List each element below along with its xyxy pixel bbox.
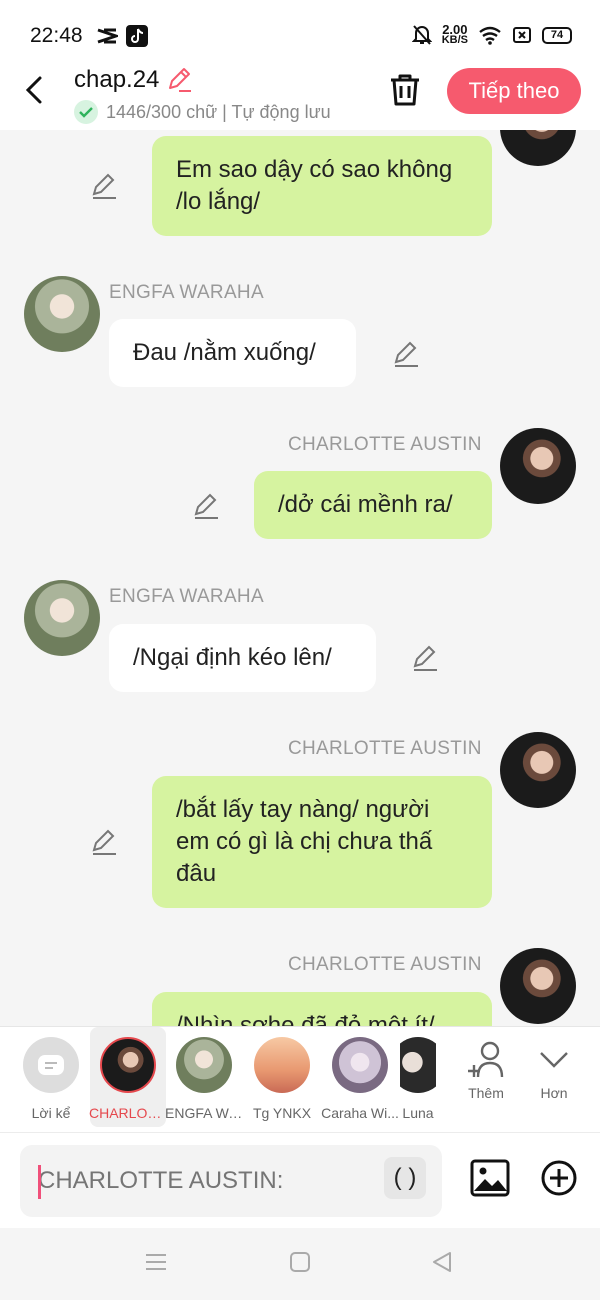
message-bubble[interactable]: Đau /nằm xuống/ — [109, 319, 356, 387]
menu-nav-icon[interactable] — [144, 1250, 168, 1274]
edit-message-icon[interactable] — [411, 644, 439, 672]
sim-icon — [513, 27, 531, 43]
character-selector: Lời kể CHARLOTTE AUSTIN ENGFA WARAHA Tg … — [0, 1026, 600, 1132]
engfa-avatar[interactable] — [24, 276, 100, 352]
back-arrow-icon[interactable] — [20, 72, 52, 108]
speaker-name: ENGFA WARAHA — [109, 282, 264, 303]
luna-avatar — [400, 1037, 436, 1093]
message-input[interactable] — [20, 1145, 442, 1217]
composer: ( ) — [0, 1132, 600, 1228]
more-characters-button[interactable]: Hơn — [526, 1027, 582, 1127]
wifi-icon — [479, 26, 501, 45]
title-row: chap.24 — [74, 66, 193, 94]
edit-message-icon[interactable] — [90, 828, 118, 856]
chat-area[interactable]: Em sao dậy có sao không /lo lắng/ ENGFA … — [0, 130, 600, 1026]
save-status: 1446/300 chữ | Tự động lưu — [74, 100, 331, 124]
caraha-avatar — [332, 1037, 388, 1093]
speaker-name: CHARLOTTE AUSTIN — [288, 954, 482, 975]
next-button[interactable]: Tiếp theo — [447, 68, 581, 114]
chapter-title: chap.24 — [74, 66, 160, 93]
message-bubble[interactable]: /Ngại định kéo lên/ — [109, 624, 376, 692]
status-bar: 22:48 2.00 KB/S 74 — [0, 0, 600, 62]
editor-header: chap.24 1446/300 chữ | Tự động lưu Tiếp … — [0, 62, 600, 130]
message-bubble[interactable]: /bắt lấy tay nàng/ người em có gì là chị… — [152, 776, 492, 908]
back-nav-icon[interactable] — [430, 1250, 454, 1274]
add-user-icon — [468, 1041, 504, 1078]
engfa-avatar — [176, 1037, 232, 1093]
edit-message-icon[interactable] — [392, 340, 420, 368]
trash-icon[interactable] — [388, 72, 422, 108]
character-engfa[interactable]: ENGFA WARAHA — [165, 1027, 243, 1127]
message-bubble[interactable]: Em sao dậy có sao không /lo lắng/ — [152, 136, 492, 236]
system-nav-bar — [0, 1228, 600, 1300]
tiktok-icon — [126, 25, 148, 47]
character-charlotte[interactable]: CHARLOTTE AUSTIN — [89, 1027, 167, 1127]
charlotte-avatar[interactable] — [500, 948, 576, 1024]
engfa-avatar[interactable] — [24, 580, 100, 656]
charlotte-avatar — [100, 1037, 156, 1093]
speaker-name: CHARLOTTE AUSTIN — [288, 434, 482, 455]
character-caraha[interactable]: Caraha Wi... — [320, 1027, 400, 1127]
parenthesis-button[interactable]: ( ) — [384, 1157, 426, 1199]
speaker-name: ENGFA WARAHA — [109, 586, 264, 607]
charlotte-avatar[interactable] — [500, 130, 576, 166]
edit-title-pencil-icon[interactable] — [165, 66, 193, 94]
add-icon[interactable] — [540, 1159, 578, 1197]
character-author[interactable]: Tg YNKX — [244, 1027, 320, 1127]
author-avatar — [254, 1037, 310, 1093]
edit-message-icon[interactable] — [192, 492, 220, 520]
add-character-button[interactable]: Thêm — [458, 1027, 514, 1127]
chevron-down-icon — [540, 1052, 568, 1068]
check-icon — [74, 100, 98, 124]
status-time: 22:48 — [30, 24, 83, 47]
charlotte-avatar[interactable] — [500, 428, 576, 504]
speaker-name: CHARLOTTE AUSTIN — [288, 738, 482, 759]
image-icon[interactable] — [470, 1159, 510, 1197]
narrator-icon — [23, 1037, 79, 1093]
battery-indicator: 74 — [542, 26, 572, 44]
word-count-autosave: 1446/300 chữ | Tự động lưu — [106, 101, 331, 122]
message-bubble[interactable]: /Nhìn sơhe đã đỏ một ít/ — [152, 992, 492, 1026]
bell-muted-icon — [411, 25, 432, 45]
network-speed: 2.00 KB/S — [441, 22, 468, 46]
character-luna[interactable]: Luna — [400, 1027, 436, 1127]
edit-message-icon[interactable] — [90, 172, 118, 200]
capcut-icon — [97, 28, 118, 44]
character-narrator[interactable]: Lời kể — [18, 1027, 84, 1127]
text-cursor — [38, 1165, 41, 1199]
message-bubble[interactable]: /dở cái mềnh ra/ — [254, 471, 492, 539]
charlotte-avatar[interactable] — [500, 732, 576, 808]
home-nav-icon[interactable] — [288, 1250, 312, 1274]
